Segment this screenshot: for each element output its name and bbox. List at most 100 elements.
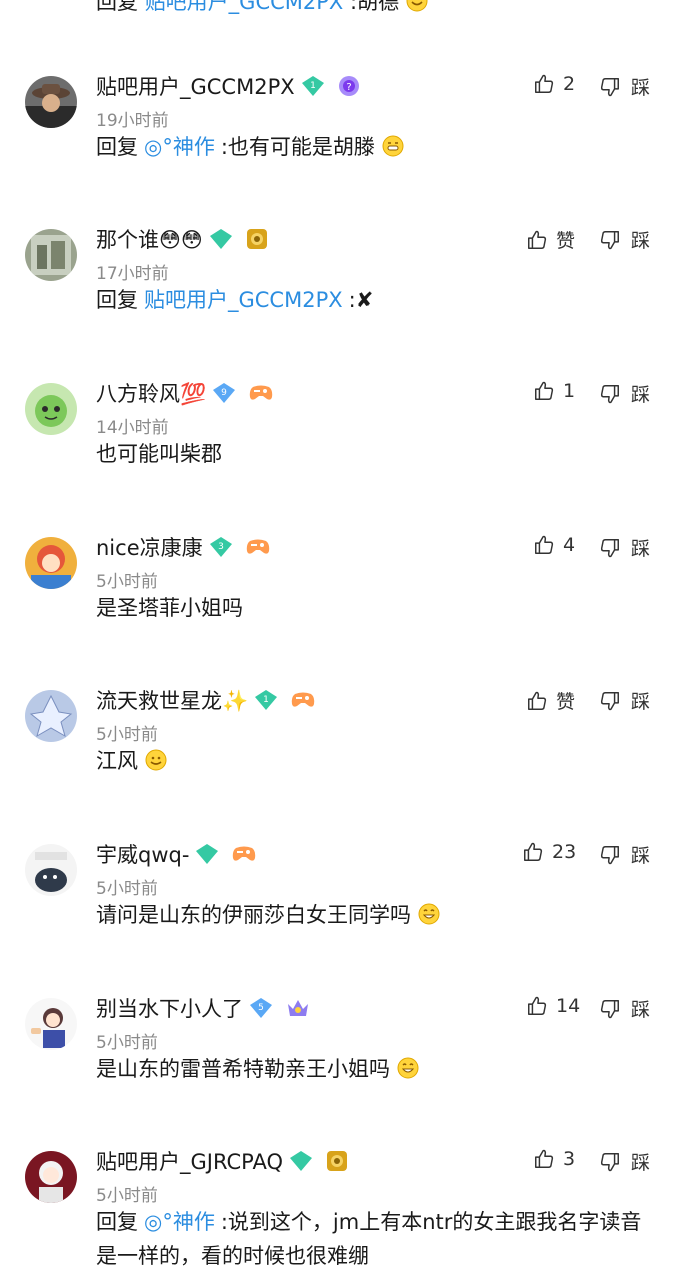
- avatar[interactable]: [25, 844, 77, 896]
- comment-item: nice凉康康 3 5小时前 是圣塔菲小姐吗 4 踩: [0, 527, 676, 680]
- comment-text: :也有可能是胡滕: [220, 135, 375, 159]
- avatar[interactable]: [25, 383, 77, 435]
- comment-item: 流天救世星龙✨ 1 5小时前 江风 赞 踩: [0, 680, 676, 833]
- like-button[interactable]: 4: [533, 534, 575, 556]
- level-badge-icon: 1: [301, 75, 325, 97]
- avatar[interactable]: [25, 229, 77, 281]
- dislike-label: 踩: [631, 691, 651, 713]
- reply-target-link[interactable]: 贴吧用户_GCCM2PX: [145, 0, 344, 14]
- thumbs-down-icon: [600, 999, 619, 1018]
- dislike-button[interactable]: 踩: [599, 226, 650, 253]
- username[interactable]: 贴吧用户_GCCM2PX: [96, 71, 295, 101]
- level-badge-icon: 9: [212, 382, 236, 404]
- dislike-label: 踩: [631, 230, 651, 252]
- thumbs-up-icon: [535, 381, 554, 400]
- comment-body: 请问是山东的伊丽莎白女王同学吗: [96, 898, 644, 935]
- username[interactable]: 别当水下小人了: [96, 993, 243, 1023]
- like-count: 2: [563, 73, 576, 95]
- like-count: 4: [563, 534, 576, 556]
- comment-item: 贴吧用户_GCCM2PX 1 ? 19小时前 回复 ◎°神作:也有可能是胡滕 2 …: [0, 66, 676, 219]
- username[interactable]: 流天救世星龙✨: [96, 685, 248, 715]
- comment-body: 是山东的雷普希特勒亲王小姐吗: [96, 1052, 644, 1089]
- comment-text: 是山东的雷普希特勒亲王小姐吗: [96, 1057, 390, 1081]
- thumbs-down-icon: [600, 384, 619, 403]
- thumbs-down-icon: [600, 1152, 619, 1171]
- reply-prefix: 回复: [96, 1210, 138, 1234]
- username-row: nice凉康康 3: [96, 527, 271, 567]
- dislike-button[interactable]: 踩: [599, 687, 650, 714]
- level-badge-icon: [289, 1150, 313, 1172]
- username-row: 八方聆风💯 9: [96, 373, 274, 413]
- dislike-button[interactable]: 踩: [599, 534, 650, 561]
- comment-text: 请问是山东的伊丽莎白女王同学吗: [96, 903, 411, 927]
- like-button[interactable]: 1: [533, 380, 575, 402]
- comment-body: 回复 ◎°神作:说到这个，jm上有本ntr的女主跟我名字读音是一样的，看的时候也很…: [96, 1205, 644, 1273]
- dislike-label: 踩: [631, 77, 651, 99]
- username[interactable]: 那个谁😳😳: [96, 224, 203, 254]
- gamepad-badge-icon: [245, 536, 271, 558]
- comment-item: 宇威qwq- 5小时前 请问是山东的伊丽莎白女王同学吗 23 踩: [0, 834, 676, 987]
- avatar[interactable]: [25, 76, 77, 128]
- reply-target-link[interactable]: ◎°神作: [144, 1210, 215, 1234]
- username-row: 贴吧用户_GCCM2PX 1 ?: [96, 66, 361, 106]
- reply-prefix: 回复: [96, 0, 138, 14]
- comment-item: 别当水下小人了 5 5小时前 是山东的雷普希特勒亲王小姐吗 14 踩: [0, 988, 676, 1141]
- reply-target-link[interactable]: ◎°神作: [144, 135, 215, 159]
- like-count: 23: [552, 841, 577, 863]
- like-button[interactable]: 23: [522, 841, 576, 863]
- username[interactable]: 八方聆风💯: [96, 378, 206, 408]
- gamepad-badge-icon: [290, 689, 316, 711]
- dislike-button[interactable]: 踩: [599, 1148, 650, 1175]
- reply-prefix: 回复: [96, 288, 138, 312]
- like-count: 3: [563, 1148, 576, 1170]
- username[interactable]: 宇威qwq-: [96, 839, 189, 869]
- like-button[interactable]: 14: [526, 995, 580, 1017]
- svg-text:3: 3: [218, 542, 224, 552]
- svg-text:5: 5: [258, 1003, 264, 1013]
- avatar[interactable]: [25, 537, 77, 589]
- username-row: 宇威qwq-: [96, 834, 257, 874]
- comment-time: 5小时前: [96, 725, 158, 745]
- svg-text:1: 1: [263, 695, 269, 705]
- like-button[interactable]: 赞: [526, 226, 575, 253]
- comment-body: 江风: [96, 744, 644, 781]
- avatar[interactable]: [25, 1151, 77, 1203]
- purple-badge-icon: ?: [337, 74, 361, 98]
- thumbs-down-icon: [600, 538, 619, 557]
- dislike-button[interactable]: 踩: [599, 841, 650, 868]
- partial-reply-line: 回复 贴吧用户_GCCM2PX :胡德: [96, 0, 428, 17]
- dislike-button[interactable]: 踩: [599, 995, 650, 1022]
- username[interactable]: nice凉康康: [96, 532, 203, 562]
- comment-body: 是圣塔菲小姐吗: [96, 591, 644, 625]
- avatar[interactable]: [25, 998, 77, 1050]
- smile-emoji-icon: [145, 747, 167, 781]
- like-count: 赞: [556, 230, 576, 252]
- dislike-label: 踩: [631, 845, 651, 867]
- thumbs-down-icon: [600, 77, 619, 96]
- like-button[interactable]: 2: [533, 73, 575, 95]
- dislike-label: 踩: [631, 1152, 651, 1174]
- gold-badge-icon: [245, 227, 269, 251]
- level-badge-icon: [195, 843, 219, 865]
- comment-time: 5小时前: [96, 572, 158, 592]
- reply-target-link[interactable]: 贴吧用户_GCCM2PX: [144, 288, 343, 312]
- comment-time: 5小时前: [96, 1033, 158, 1053]
- comment-time: 19小时前: [96, 111, 169, 131]
- username[interactable]: 贴吧用户_GJRCPAQ: [96, 1146, 283, 1176]
- like-button[interactable]: 赞: [526, 687, 575, 714]
- like-button[interactable]: 3: [533, 1148, 575, 1170]
- laugh-emoji-icon: [397, 1055, 419, 1089]
- comment-item: 贴吧用户_GJRCPAQ 5小时前 回复 ◎°神作:说到这个，jm上有本ntr的女…: [0, 1141, 676, 1280]
- comment-time: 17小时前: [96, 264, 169, 284]
- dislike-button[interactable]: 踩: [599, 380, 650, 407]
- like-count: 1: [563, 380, 576, 402]
- svg-text:1: 1: [310, 81, 316, 91]
- reply-prefix: 回复: [96, 135, 138, 159]
- avatar[interactable]: [25, 690, 77, 742]
- comment-text: 是圣塔菲小姐吗: [96, 596, 243, 620]
- username-row: 那个谁😳😳: [96, 219, 269, 259]
- smile-emoji-icon: [406, 0, 428, 17]
- dislike-button[interactable]: 踩: [599, 73, 650, 100]
- gamepad-badge-icon: [231, 843, 257, 865]
- level-badge-icon: 1: [254, 689, 278, 711]
